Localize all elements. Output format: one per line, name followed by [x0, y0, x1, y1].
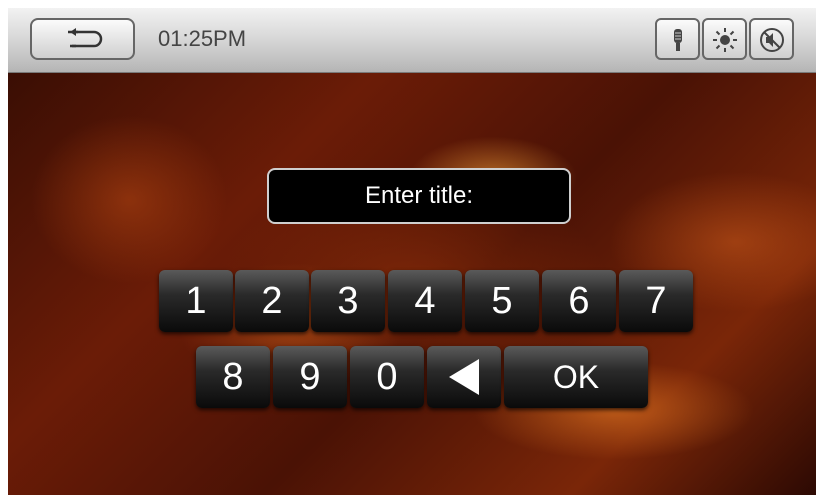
key-9[interactable]: 9: [273, 346, 347, 408]
key-4[interactable]: 4: [388, 270, 462, 332]
key-8[interactable]: 8: [196, 346, 270, 408]
microphone-icon: [674, 29, 682, 51]
back-arrow-icon: [68, 28, 103, 48]
key-0[interactable]: 0: [350, 346, 424, 408]
key-1[interactable]: 1: [159, 270, 233, 332]
brightness-icon: [713, 28, 737, 52]
key-3[interactable]: 3: [311, 270, 385, 332]
backspace-key[interactable]: [427, 346, 501, 408]
key-7[interactable]: 7: [619, 270, 693, 332]
status-bar: 01:25PM: [8, 8, 816, 73]
left-triangle-icon: [449, 359, 479, 395]
key-5[interactable]: 5: [465, 270, 539, 332]
back-button[interactable]: [30, 18, 135, 60]
title-prompt: Enter title:: [267, 168, 571, 224]
clock: 01:25PM: [158, 26, 247, 51]
mute-icon: [760, 28, 784, 52]
brightness-button[interactable]: [702, 18, 747, 60]
microphone-button[interactable]: [655, 18, 700, 60]
screen: 01:25PM Enter title: 1 2 3 4 5 6 7 8 9 0…: [8, 8, 816, 495]
key-6[interactable]: 6: [542, 270, 616, 332]
key-2[interactable]: 2: [235, 270, 309, 332]
ok-key[interactable]: OK: [504, 346, 648, 408]
mute-button[interactable]: [749, 18, 794, 60]
